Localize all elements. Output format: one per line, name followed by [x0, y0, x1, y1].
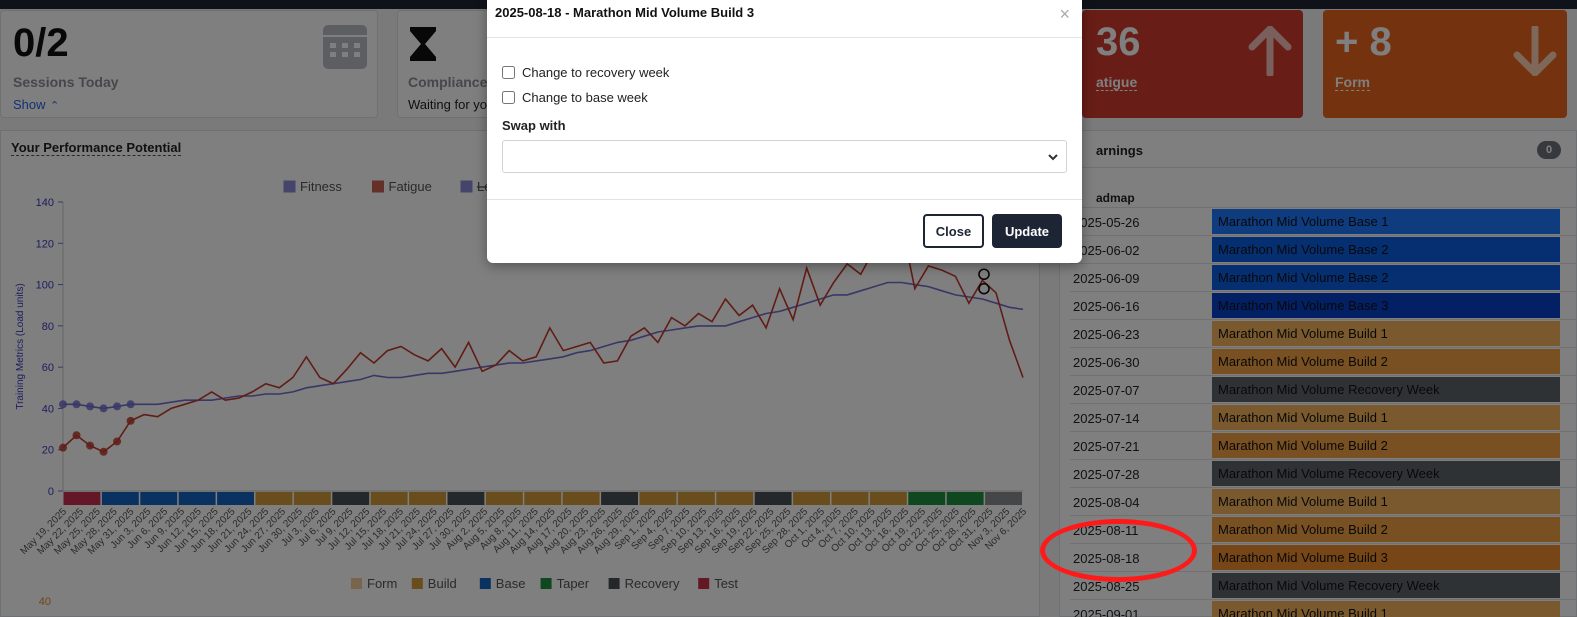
base-week-checkbox[interactable]	[502, 91, 515, 104]
swap-with-select[interactable]	[502, 140, 1067, 173]
base-week-label: Change to base week	[522, 90, 648, 105]
update-button[interactable]: Update	[992, 214, 1062, 248]
modal-header-divider	[487, 37, 1082, 38]
chevron-down-icon	[1048, 154, 1058, 161]
recovery-week-label: Change to recovery week	[522, 65, 670, 80]
close-button[interactable]: Close	[923, 214, 984, 248]
week-edit-modal: 2025-08-18 - Marathon Mid Volume Build 3…	[487, 0, 1082, 263]
red-circle-annotation	[1040, 519, 1197, 582]
recovery-week-option[interactable]: Change to recovery week	[502, 65, 669, 80]
swap-with-label: Swap with	[502, 118, 566, 133]
modal-title: 2025-08-18 - Marathon Mid Volume Build 3	[495, 5, 755, 20]
close-icon[interactable]: ×	[1059, 4, 1070, 25]
modal-footer-divider	[487, 199, 1082, 200]
recovery-week-checkbox[interactable]	[502, 66, 515, 79]
base-week-option[interactable]: Change to base week	[502, 90, 648, 105]
